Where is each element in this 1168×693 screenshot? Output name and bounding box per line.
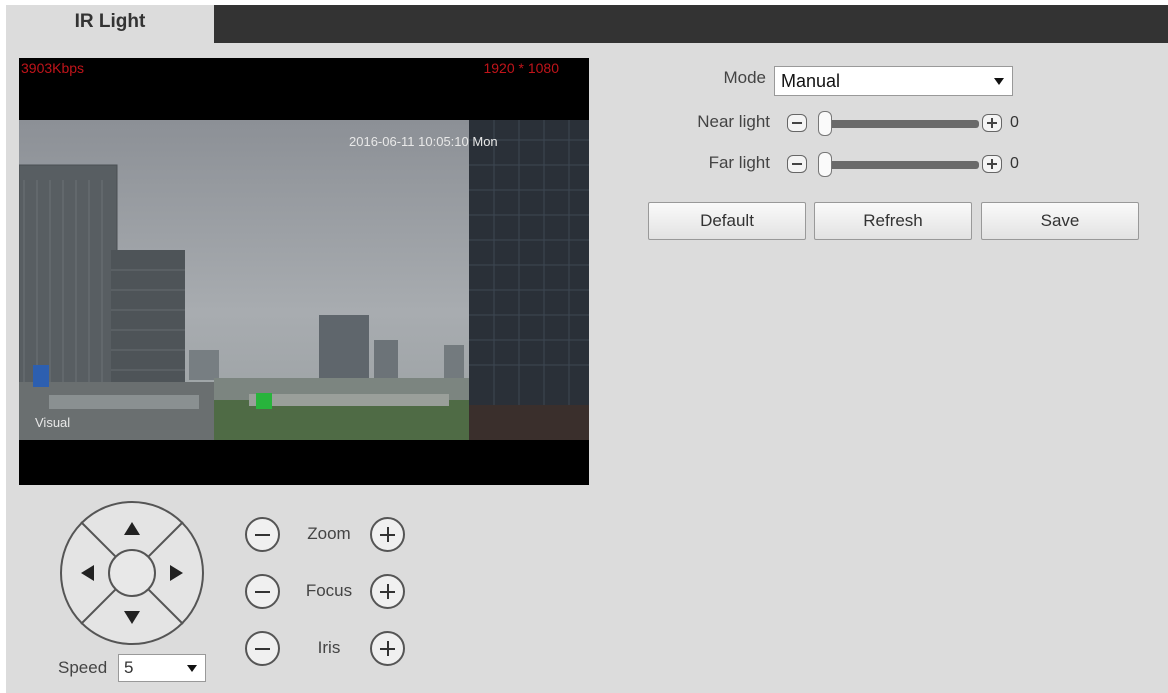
far-light-slider-track[interactable] [822, 161, 979, 169]
far-light-row: Far light 0 [646, 149, 1046, 179]
camera-scene-image [19, 120, 589, 440]
iris-close-button[interactable] [245, 631, 280, 666]
focus-control: Focus [242, 572, 422, 612]
mode-value: Manual [781, 71, 841, 91]
far-light-increase-button[interactable] [982, 155, 1002, 173]
near-light-slider-handle[interactable] [818, 111, 832, 136]
resolution-overlay: 1920 * 1080 [483, 60, 559, 76]
channel-name-overlay: Visual [35, 415, 71, 430]
focus-far-button[interactable] [370, 574, 405, 609]
far-light-label: Far light [708, 153, 770, 172]
tab-ir-light[interactable]: IR Light [6, 5, 214, 43]
speed-value: 5 [124, 658, 134, 677]
far-light-decrease-button[interactable] [787, 155, 807, 173]
live-video-view[interactable]: 3903Kbps 1920 * 1080 2016-06-11 10:05:10… [19, 58, 589, 485]
timestamp-overlay: 2016-06-11 10:05:10 Mon [349, 134, 498, 149]
focus-near-button[interactable] [245, 574, 280, 609]
chevron-down-icon [187, 665, 197, 672]
ptz-center-button[interactable] [108, 549, 156, 597]
iris-control: Iris [242, 629, 422, 669]
near-light-slider-track[interactable] [822, 120, 979, 128]
near-light-label: Near light [697, 112, 770, 131]
mode-select[interactable]: Manual [774, 66, 1013, 96]
refresh-button[interactable]: Refresh [814, 202, 972, 240]
focus-label: Focus [305, 581, 353, 600]
ptz-direction-pad [60, 501, 204, 645]
zoom-out-button[interactable] [245, 517, 280, 552]
tab-bar: IR Light [6, 5, 1168, 43]
ir-light-page: IR Light 3903Kbps 1920 * 1080 2016-06-11… [6, 5, 1168, 693]
near-light-increase-button[interactable] [982, 114, 1002, 132]
far-light-slider-handle[interactable] [818, 152, 832, 177]
iris-open-button[interactable] [370, 631, 405, 666]
default-button[interactable]: Default [648, 202, 806, 240]
speed-select[interactable]: 5 [118, 654, 206, 682]
speed-label: Speed [58, 658, 108, 677]
near-light-value: 0 [1010, 114, 1019, 131]
zoom-control: Zoom [242, 515, 422, 555]
zoom-in-button[interactable] [370, 517, 405, 552]
near-light-row: Near light 0 [646, 108, 1046, 138]
save-button[interactable]: Save [981, 202, 1139, 240]
far-light-value: 0 [1010, 155, 1019, 172]
near-light-decrease-button[interactable] [787, 114, 807, 132]
zoom-label: Zoom [307, 524, 351, 543]
iris-label: Iris [317, 638, 341, 657]
chevron-down-icon [994, 78, 1004, 85]
mode-label: Mode [723, 68, 766, 87]
bitrate-overlay: 3903Kbps [21, 60, 85, 76]
